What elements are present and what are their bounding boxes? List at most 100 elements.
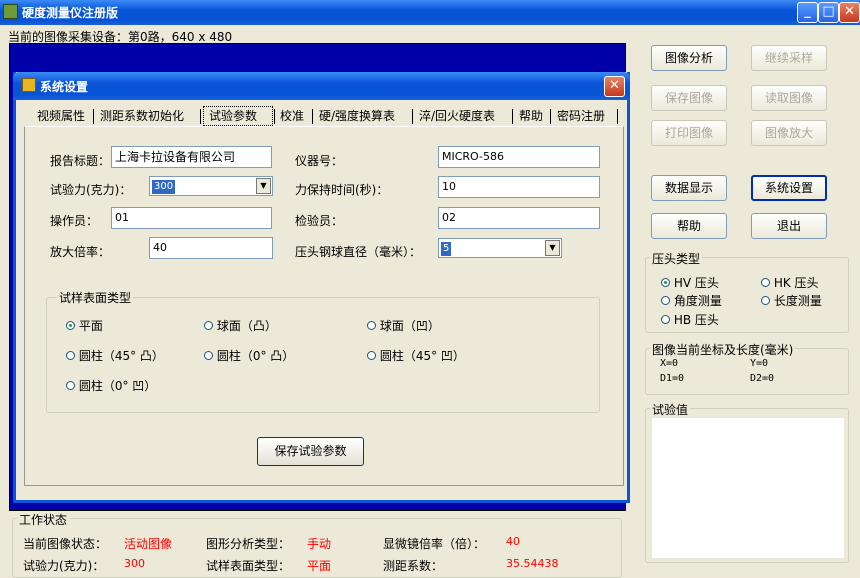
- tab-temper-table[interactable]: 淬/回火硬度表: [416, 106, 498, 126]
- coords-legend: 图像当前坐标及长度(毫米): [650, 341, 796, 358]
- data-display-button[interactable]: 数据显示: [651, 175, 727, 201]
- radio-icon: [204, 321, 213, 330]
- magnification-label: 放大倍率：: [50, 245, 111, 259]
- analysis-type-label: 图形分析类型：: [206, 537, 291, 551]
- report-title-input[interactable]: 上海卡拉设备有限公司: [111, 146, 272, 168]
- tab-divider: [93, 109, 94, 124]
- dropdown-arrow-icon: ▼: [545, 240, 560, 256]
- system-settings-button[interactable]: 系统设置: [751, 175, 827, 201]
- read-image-button[interactable]: 读取图像: [751, 85, 827, 111]
- tab-ranging-init[interactable]: 测距系数初始化: [97, 106, 187, 126]
- minimize-icon: _: [804, 4, 811, 19]
- tab-password[interactable]: 密码注册: [554, 106, 608, 126]
- ball-diameter-select[interactable]: 5 ▼: [438, 238, 562, 258]
- radio-selected-icon: [661, 278, 670, 287]
- close-icon: ✕: [844, 4, 855, 19]
- surface-option-cyl45-convex[interactable]: 圆柱（45° 凸）: [66, 347, 164, 364]
- tab-divider: [312, 109, 313, 124]
- close-icon: ✕: [609, 78, 620, 93]
- exit-button[interactable]: 退出: [751, 213, 827, 239]
- tab-test-params[interactable]: 试验参数: [206, 106, 260, 126]
- radio-selected-icon: [66, 321, 75, 330]
- indenter-type-legend: 压头类型: [650, 250, 703, 267]
- settings-icon: [22, 78, 36, 92]
- surface-option-sphere-convex[interactable]: 球面（凸）: [204, 317, 277, 334]
- surface-option-sphere-concave[interactable]: 球面（凹）: [367, 317, 440, 334]
- ball-diameter-label: 压头钢球直径（毫米）：: [295, 245, 422, 259]
- tab-calibration[interactable]: 校准: [277, 106, 307, 126]
- indenter-option-hv[interactable]: HV 压头: [661, 274, 719, 291]
- help-button[interactable]: 帮助: [651, 213, 727, 239]
- coord-y: Y=0: [750, 358, 769, 369]
- instrument-input[interactable]: MICRO-586: [438, 146, 600, 168]
- hold-time-label: 力保持时间(秒)：: [295, 183, 389, 197]
- maximize-button[interactable]: □: [818, 2, 839, 23]
- save-test-params-button[interactable]: 保存试验参数: [257, 437, 364, 466]
- report-title-label: 报告标题：: [50, 154, 111, 168]
- tab-hardness-table[interactable]: 硬/强度换算表: [316, 106, 398, 126]
- main-titlebar: [0, 0, 860, 25]
- radio-icon: [204, 351, 213, 360]
- surface-option-cyl0-concave[interactable]: 圆柱（0° 凹）: [66, 377, 156, 394]
- indenter-option-angle[interactable]: 角度测量: [661, 292, 722, 309]
- indenter-option-length[interactable]: 长度测量: [761, 292, 822, 309]
- surface-status-label: 试样表面类型：: [206, 559, 291, 573]
- coord-x: X=0: [660, 358, 679, 369]
- force-select-value: 300: [152, 180, 176, 194]
- force-select[interactable]: 300 ▼: [149, 176, 273, 196]
- image-state-label: 当前图像状态：: [23, 537, 108, 551]
- surface-option-cyl45-concave[interactable]: 圆柱（45° 凹）: [367, 347, 465, 364]
- force-label: 试验力(克力)：: [50, 183, 132, 197]
- analysis-type-value: 手动: [307, 537, 332, 551]
- magnification-status-label: 显微镜倍率（倍）：: [383, 537, 486, 551]
- maximize-icon: □: [822, 4, 835, 19]
- radio-icon: [761, 296, 770, 305]
- tab-help[interactable]: 帮助: [516, 106, 546, 126]
- hold-time-input[interactable]: 10: [438, 176, 600, 198]
- coord-d2: D2=0: [750, 373, 775, 384]
- surface-status-value: 平面: [307, 559, 332, 573]
- window-title: 硬度测量仪注册版: [22, 6, 119, 20]
- indenter-option-hk[interactable]: HK 压头: [761, 274, 819, 291]
- magnification-input[interactable]: 40: [149, 237, 273, 259]
- close-button[interactable]: ✕: [839, 2, 860, 23]
- test-value-list[interactable]: [652, 418, 844, 558]
- inspector-label: 检验员：: [295, 214, 344, 228]
- surface-option-flat[interactable]: 平面: [66, 317, 103, 334]
- tab-divider: [550, 109, 551, 124]
- radio-icon: [66, 381, 75, 390]
- ranging-status-label: 测距系数：: [383, 559, 444, 573]
- operator-input[interactable]: 01: [111, 207, 272, 229]
- ranging-status-value: 35.54438: [506, 557, 559, 570]
- save-image-button[interactable]: 保存图像: [651, 85, 727, 111]
- operator-label: 操作员：: [50, 214, 99, 228]
- test-value-legend: 试验值: [650, 401, 691, 418]
- force-status-value: 300: [124, 557, 145, 570]
- image-analysis-button[interactable]: 图像分析: [651, 45, 727, 71]
- inspector-input[interactable]: 02: [438, 207, 600, 229]
- tab-divider: [412, 109, 413, 124]
- surface-option-cyl0-convex[interactable]: 圆柱（0° 凸）: [204, 347, 294, 364]
- instrument-label: 仪器号：: [295, 154, 344, 168]
- tab-video[interactable]: 视频属性: [34, 106, 88, 126]
- minimize-button[interactable]: _: [797, 2, 818, 23]
- continue-sampling-button[interactable]: 继续采样: [751, 45, 827, 71]
- radio-icon: [367, 321, 376, 330]
- radio-icon: [661, 296, 670, 305]
- radio-icon: [367, 351, 376, 360]
- surface-type-legend: 试样表面类型: [57, 289, 134, 306]
- magnification-status-value: 40: [506, 535, 520, 548]
- indenter-option-hb[interactable]: HB 压头: [661, 311, 719, 328]
- work-status-legend: 工作状态: [17, 511, 70, 528]
- dropdown-arrow-icon: ▼: [256, 178, 271, 194]
- print-image-button[interactable]: 打印图像: [651, 120, 727, 146]
- force-status-label: 试验力(克力)：: [23, 559, 105, 573]
- tab-divider: [617, 109, 618, 124]
- zoom-image-button[interactable]: 图像放大: [751, 120, 827, 146]
- tab-divider: [274, 109, 275, 124]
- dialog-title: 系统设置: [40, 80, 89, 94]
- radio-icon: [661, 315, 670, 324]
- dialog-titlebar: [13, 72, 630, 100]
- dialog-close-button[interactable]: ✕: [604, 76, 625, 97]
- ball-diameter-select-value: 5: [441, 242, 452, 256]
